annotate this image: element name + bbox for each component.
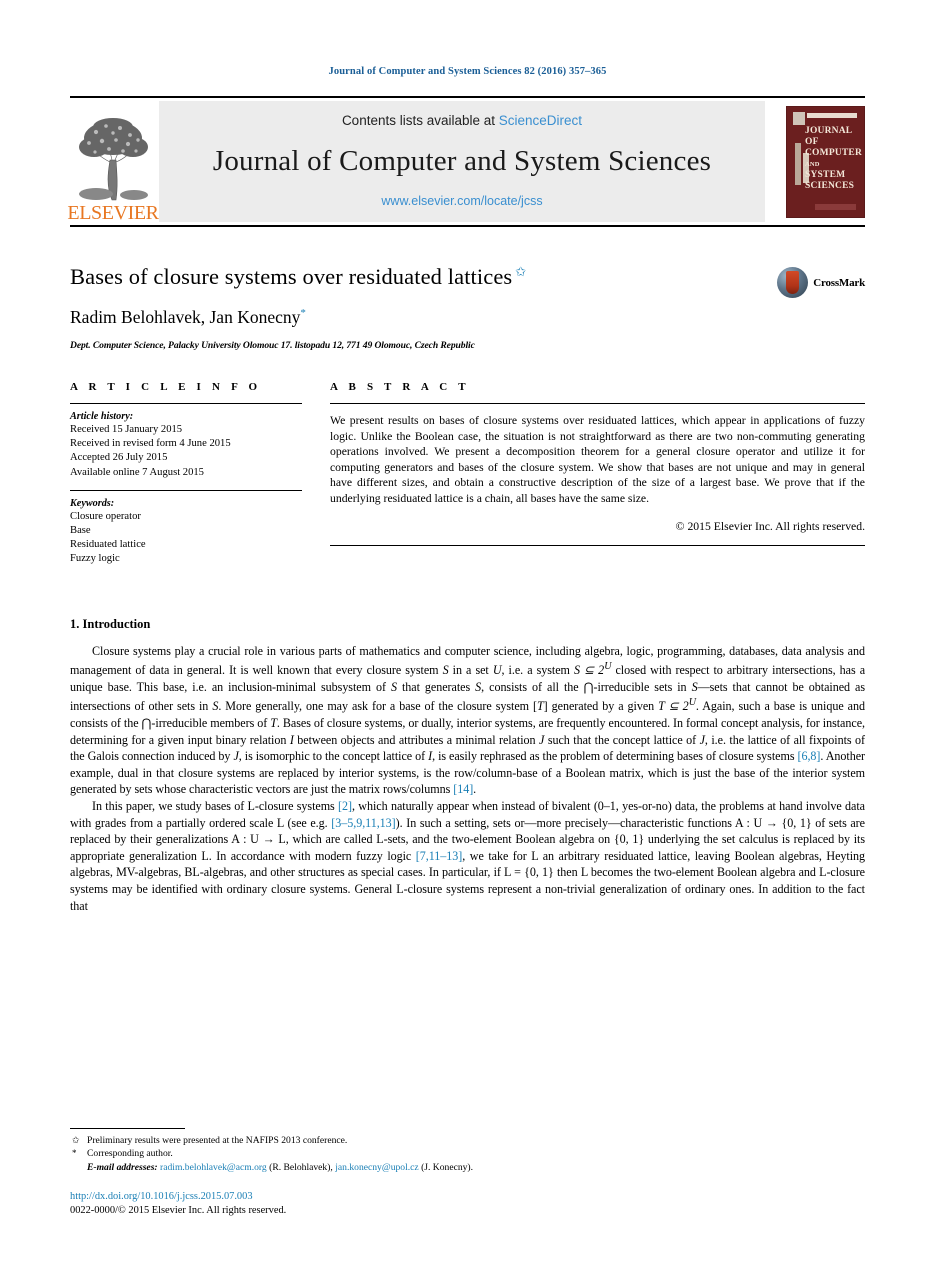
abstract-column: A B S T R A C T We present results on ba…	[330, 381, 865, 577]
keywords-group: Keywords: Closure operator Base Residuat…	[70, 491, 302, 577]
abstract-heading: A B S T R A C T	[330, 381, 470, 393]
article-page: Journal of Computer and System Sciences …	[0, 0, 935, 1266]
journal-cover-thumb: JOURNAL OF COMPUTER AND SYSTEM SCIENCES	[765, 98, 865, 225]
footnote-1: ✩ Preliminary results were presented at …	[70, 1134, 865, 1148]
keyword-item: Closure operator	[70, 510, 141, 522]
email-link-konecny[interactable]: jan.konecny@upol.cz	[335, 1162, 418, 1173]
par1-seg12: between objects and attributes a minimal…	[293, 732, 540, 747]
par1-seg2: in a set	[448, 663, 493, 678]
imprint-block: http://dx.doi.org/10.1016/j.jcss.2015.07…	[70, 1190, 286, 1218]
citation-link[interactable]: [7,11–13]	[416, 849, 463, 863]
email-addresses-label: E-mail addresses:	[87, 1161, 158, 1173]
cover-footer-bar	[815, 203, 856, 210]
par1-seg15: , is isomorphic to the concept lattice o…	[238, 749, 429, 764]
keyword-item: Base	[70, 525, 91, 537]
par1-seg18: .	[473, 782, 477, 797]
par1-seg16: , is easily rephrased as the problem of …	[432, 749, 798, 764]
cover-bar-left	[795, 142, 801, 185]
body-paragraph-1: Closure systems play a crucial role in v…	[70, 643, 865, 798]
footnote-1-marker: ✩	[72, 1134, 80, 1145]
running-head: Journal of Computer and System Sciences …	[328, 66, 607, 77]
title-block: Bases of closure systems over residuated…	[70, 263, 865, 352]
cover-stamp-icon	[793, 111, 805, 125]
contents-available-line: Contents lists available at ScienceDirec…	[342, 113, 582, 128]
journal-homepage-link[interactable]: www.elsevier.com/locate/jcss	[381, 194, 542, 208]
affiliation: Dept. Computer Science, Palacky Universi…	[70, 340, 475, 351]
math-S-subset-2U: S ⊆ 2	[573, 663, 605, 678]
body-paragraph-2: In this paper, we study bases of L-closu…	[70, 798, 865, 914]
citation-link[interactable]: [6,8]	[797, 749, 820, 763]
journal-band: Contents lists available at ScienceDirec…	[159, 101, 765, 222]
footnote-2-marker: *	[72, 1148, 77, 1158]
cover-top-bar	[807, 112, 857, 118]
email-owner-belohlavek: (R. Belohlavek),	[269, 1161, 333, 1173]
math-T-subset-2U: T ⊆ 2	[658, 699, 689, 714]
keyword-item: Residuated lattice	[70, 539, 146, 551]
math-U: U	[492, 663, 502, 678]
cover-title-line1: JOURNAL OF	[805, 125, 852, 147]
abstract-copyright: © 2015 Elsevier Inc. All rights reserved…	[675, 519, 865, 533]
title-footnote-marker[interactable]: ✩	[515, 264, 526, 279]
cover-title-and: AND	[805, 160, 820, 168]
article-title-text: Bases of closure systems over residuated…	[70, 264, 513, 289]
history-item: Available online 7 August 2015	[70, 466, 204, 478]
crossmark-label: CrossMark	[813, 276, 865, 289]
journal-masthead: ELSEVIER Contents lists available at Sci…	[67, 96, 865, 227]
par1-seg13: such that the concept lattice of	[544, 732, 700, 747]
footnote-2: * Corresponding author.	[70, 1147, 865, 1161]
cover-title: JOURNAL OF COMPUTER AND SYSTEM SCIENCES	[805, 125, 863, 192]
article-history-label: Article history:	[70, 411, 134, 422]
footnote-rule	[70, 1127, 185, 1129]
par1-seg3: , i.e. a system	[501, 663, 574, 678]
doi-link[interactable]: http://dx.doi.org/10.1016/j.jcss.2015.07…	[70, 1191, 253, 1202]
cover-title-line4: SCIENCES	[805, 180, 855, 191]
keyword-item: Fuzzy logic	[70, 553, 120, 565]
math-exponent-U: U	[688, 697, 696, 709]
issn-copyright: 0022-0000/© 2015 Elsevier Inc. All right…	[70, 1205, 287, 1216]
contents-prefix: Contents lists available at	[341, 113, 499, 128]
citation-link[interactable]: [14]	[453, 782, 473, 796]
elsevier-wordmark: ELSEVIER	[67, 202, 159, 224]
math-T: T	[536, 699, 544, 714]
article-info-heading: A R T I C L E I N F O	[70, 381, 262, 393]
crossmark-badge[interactable]: CrossMark	[777, 267, 865, 298]
journal-title: Journal of Computer and System Sciences	[212, 144, 712, 177]
keywords-label: Keywords:	[70, 497, 115, 509]
section-heading-introduction: 1. Introduction	[70, 616, 151, 631]
footnote-block: ✩ Preliminary results were presented at …	[70, 1127, 865, 1175]
page-title: Bases of closure systems over residuated…	[70, 263, 777, 290]
par1-seg5: that generates	[396, 679, 476, 694]
math-T: T	[270, 716, 277, 731]
cover-title-line3: SYSTEM	[805, 169, 846, 180]
crossmark-icon	[777, 267, 809, 298]
history-item: Received in revised form 4 June 2015	[70, 438, 231, 450]
author-list: Radim Belohlavek, Jan Konecny*	[70, 307, 777, 328]
elsevier-logo: ELSEVIER	[67, 98, 159, 225]
par1-seg8: . More generally, one may ask for a base…	[218, 699, 537, 714]
par2-seg1: In this paper, we study bases of L-closu…	[92, 799, 339, 814]
cover-title-line2: COMPUTER	[805, 147, 863, 158]
email-owner-konecny: (J. Konecny).	[421, 1161, 474, 1173]
history-item: Accepted 26 July 2015	[70, 452, 168, 464]
history-item: Received 15 January 2015	[70, 424, 183, 435]
corresponding-author-marker[interactable]: *	[300, 307, 306, 319]
journal-cover-image: JOURNAL OF COMPUTER AND SYSTEM SCIENCES	[786, 105, 865, 218]
article-info-column: A R T I C L E I N F O Article history: R…	[70, 381, 302, 577]
par1-seg9: ] generated by a given	[543, 699, 659, 714]
citation-link[interactable]: [2]	[338, 799, 352, 813]
elsevier-tree-icon	[79, 118, 148, 201]
footnote-1-text: Preliminary results were presented at th…	[87, 1134, 348, 1146]
par1-seg6: , consists of all the ⋂-irreducible sets…	[481, 679, 692, 694]
email-link-belohlavek[interactable]: radim.belohlavek@acm.org	[160, 1162, 267, 1173]
info-abstract-region: A R T I C L E I N F O Article history: R…	[70, 381, 865, 577]
abstract-rule-bottom	[330, 544, 865, 546]
title-left: Bases of closure systems over residuated…	[70, 263, 777, 352]
abstract-text: We present results on bases of closure s…	[330, 414, 865, 505]
footnote-2-text: Corresponding author.	[87, 1148, 173, 1159]
sciencedirect-link[interactable]: ScienceDirect	[499, 113, 582, 128]
article-history-group: Article history: Received 15 January 201…	[70, 404, 302, 490]
email-addresses-line: E-mail addresses: radim.belohlavek@acm.o…	[70, 1161, 865, 1175]
author-names: Radim Belohlavek, Jan Konecny	[70, 307, 301, 327]
citation-link[interactable]: [3–5,9,11,13]	[331, 816, 395, 830]
